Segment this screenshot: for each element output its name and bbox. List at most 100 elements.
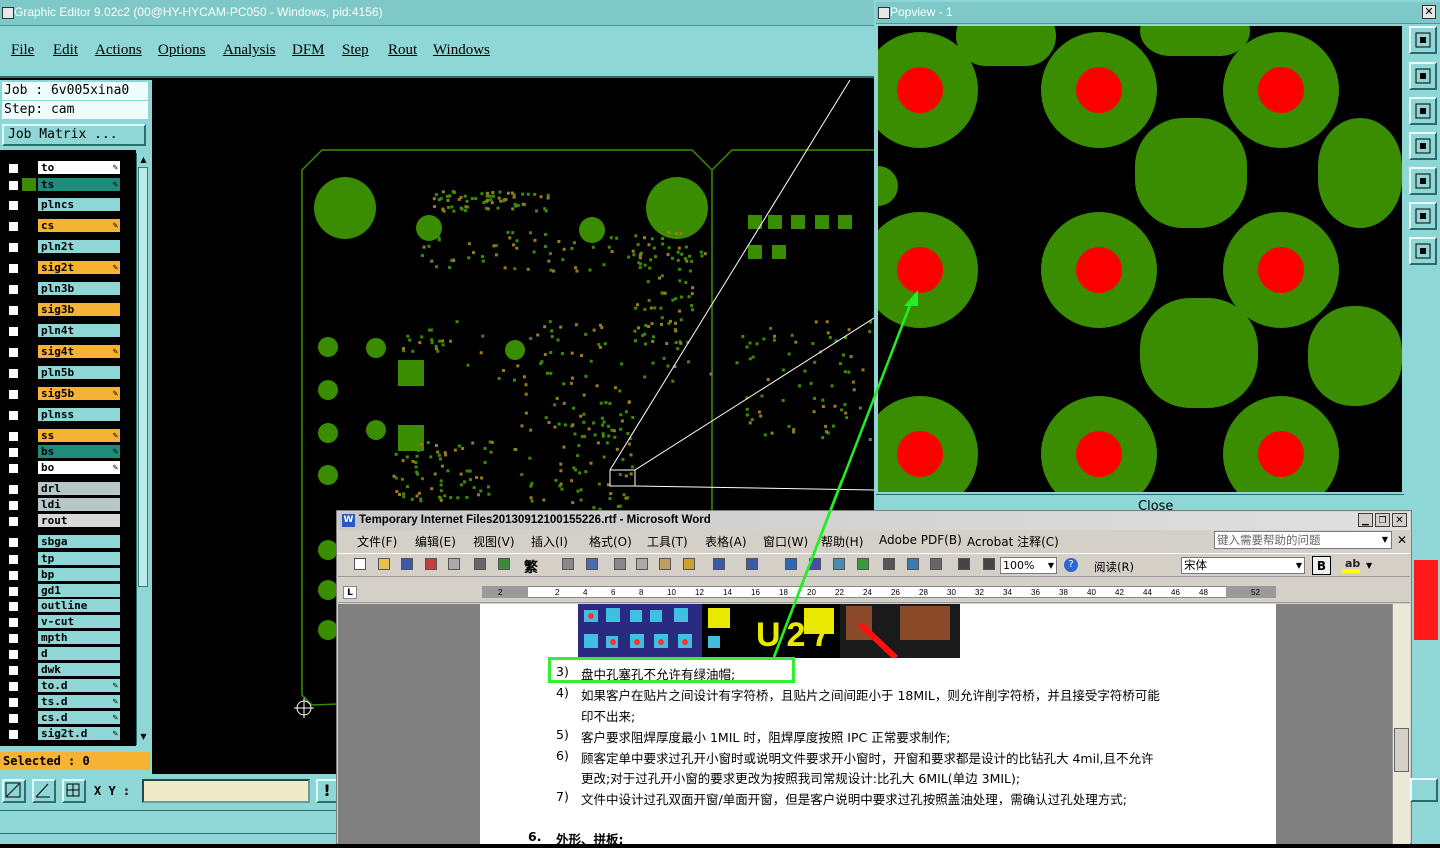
layer-checkbox[interactable] — [8, 284, 19, 295]
layer-row-cs.d[interactable]: cs.d ✎ — [4, 710, 120, 725]
wmenu-insert[interactable]: 插入(I) — [531, 533, 568, 550]
layer-color-swatch[interactable] — [22, 261, 36, 274]
highlight-dropdown-icon[interactable]: ▼ — [1366, 561, 1372, 570]
wmenu-file[interactable]: 文件(F) — [357, 533, 397, 550]
save-icon[interactable] — [399, 556, 415, 572]
paste-icon[interactable] — [657, 556, 673, 572]
help-search-input[interactable]: 键入需要帮助的问题 ▼ — [1214, 531, 1392, 549]
highlight-icon[interactable]: ab — [1342, 557, 1364, 573]
layer-name[interactable]: sig3b — [38, 303, 120, 316]
close-icon[interactable]: ✕ — [1422, 5, 1436, 19]
layer-name[interactable]: tp — [38, 552, 120, 565]
layer-color-swatch[interactable] — [22, 631, 36, 644]
layer-color-swatch[interactable] — [22, 445, 36, 458]
layer-name[interactable]: pln5b — [38, 366, 120, 379]
ruler-strip[interactable] — [482, 586, 1276, 598]
layer-checkbox[interactable] — [8, 500, 19, 511]
wmenu-view[interactable]: 视图(V) — [473, 533, 515, 550]
menu-edit[interactable]: Edit — [53, 42, 78, 59]
wmenu-adobe-pdf[interactable]: Adobe PDF(B) — [879, 533, 962, 547]
layer-checkbox[interactable] — [8, 305, 19, 316]
center-button[interactable] — [1409, 237, 1437, 265]
word-scroll-thumb[interactable] — [1394, 728, 1409, 772]
insert-excel-icon[interactable] — [855, 556, 871, 572]
layer-color-swatch[interactable] — [22, 240, 36, 253]
zoom-in-button[interactable] — [1409, 62, 1437, 90]
cut-icon[interactable] — [612, 556, 628, 572]
layer-row-outline[interactable]: outline — [4, 598, 120, 613]
menu-file[interactable]: File — [11, 42, 34, 59]
layer-name[interactable]: pln2t — [38, 240, 120, 253]
layer-checkbox[interactable] — [8, 221, 19, 232]
layer-checkbox[interactable] — [8, 649, 19, 660]
layer-name[interactable]: ss ✎ — [38, 429, 120, 442]
layer-name[interactable]: outline — [38, 599, 120, 612]
columns-icon[interactable] — [881, 556, 897, 572]
menu-options[interactable]: Options — [158, 42, 206, 59]
layer-name[interactable]: cs.d ✎ — [38, 711, 120, 724]
layer-color-swatch[interactable] — [22, 498, 36, 511]
layer-name[interactable]: sig4t ✎ — [38, 345, 120, 358]
layer-color-swatch[interactable] — [22, 514, 36, 527]
layer-color-swatch[interactable] — [22, 679, 36, 692]
layer-color-swatch[interactable] — [22, 711, 36, 724]
layer-row-drl[interactable]: drl — [4, 481, 120, 496]
layer-name[interactable]: rout — [38, 514, 120, 527]
job-matrix-button[interactable]: Job Matrix ... — [2, 124, 146, 146]
layer-row-sig3b[interactable]: sig3b — [4, 302, 120, 317]
copy-icon[interactable] — [634, 556, 650, 572]
layer-color-swatch[interactable] — [22, 178, 36, 191]
layer-row-pln3b[interactable]: pln3b — [4, 281, 120, 296]
layer-color-swatch[interactable] — [22, 387, 36, 400]
menu-step[interactable]: Step — [342, 42, 369, 59]
layer-color-swatch[interactable] — [22, 429, 36, 442]
wmenu-window[interactable]: 窗口(W) — [763, 533, 808, 550]
layer-checkbox[interactable] — [8, 586, 19, 597]
layer-row-tp[interactable]: tp — [4, 551, 120, 566]
layer-checkbox[interactable] — [8, 410, 19, 421]
layer-name[interactable]: d — [38, 647, 120, 660]
layer-checkbox[interactable] — [8, 554, 19, 565]
layer-checkbox[interactable] — [8, 180, 19, 191]
layer-color-swatch[interactable] — [22, 408, 36, 421]
layer-checkbox[interactable] — [8, 681, 19, 692]
wmenu-format[interactable]: 格式(O) — [589, 533, 632, 550]
help-circle-icon[interactable]: ? — [1064, 558, 1078, 572]
right-bottom-button[interactable] — [1410, 778, 1438, 802]
format-painter-icon[interactable] — [681, 556, 697, 572]
layer-row-v-cut[interactable]: v-cut — [4, 614, 120, 629]
menu-windows[interactable]: Windows — [433, 42, 490, 59]
layer-checkbox[interactable] — [8, 570, 19, 581]
layer-row-dwk[interactable]: dwk — [4, 662, 120, 677]
layer-color-swatch[interactable] — [22, 695, 36, 708]
layer-row-sig5b[interactable]: sig5b ✎ — [4, 386, 120, 401]
layer-row-bs[interactable]: bs ✎ — [4, 444, 120, 459]
layer-name[interactable]: sbga — [38, 535, 120, 548]
wmenu-edit[interactable]: 编辑(E) — [415, 533, 456, 550]
layer-row-ts[interactable]: ts ✎ — [4, 177, 120, 192]
menu-rout[interactable]: Rout — [388, 42, 417, 59]
layer-color-swatch[interactable] — [22, 727, 36, 740]
close-doc-icon[interactable]: ✕ — [1397, 533, 1407, 547]
layer-checkbox[interactable] — [8, 263, 19, 274]
layer-color-swatch[interactable] — [22, 198, 36, 211]
layer-name[interactable]: pln3b — [38, 282, 120, 295]
trad-chinese-button[interactable]: 繁 — [524, 557, 538, 577]
layer-color-swatch[interactable] — [22, 345, 36, 358]
layer-name[interactable]: pln4t — [38, 324, 120, 337]
tool-grid-button[interactable] — [62, 779, 86, 803]
layer-row-pln4t[interactable]: pln4t — [4, 323, 120, 338]
layer-checkbox[interactable] — [8, 484, 19, 495]
layer-color-swatch[interactable] — [22, 161, 36, 174]
open-icon[interactable] — [376, 556, 392, 572]
layer-row-rout[interactable]: rout — [4, 513, 120, 528]
layer-row-mpth[interactable]: mpth — [4, 630, 120, 645]
layer-color-swatch[interactable] — [22, 482, 36, 495]
wmenu-acrobat[interactable]: Acrobat 注释(C) — [967, 533, 1059, 550]
wmenu-table[interactable]: 表格(A) — [705, 533, 747, 550]
zoom-out-button[interactable] — [1409, 97, 1437, 125]
hyperlink-icon[interactable] — [783, 556, 799, 572]
pan-right-button[interactable] — [1409, 167, 1437, 195]
doc-map-icon[interactable] — [928, 556, 944, 572]
layer-name[interactable]: bp — [38, 568, 120, 581]
